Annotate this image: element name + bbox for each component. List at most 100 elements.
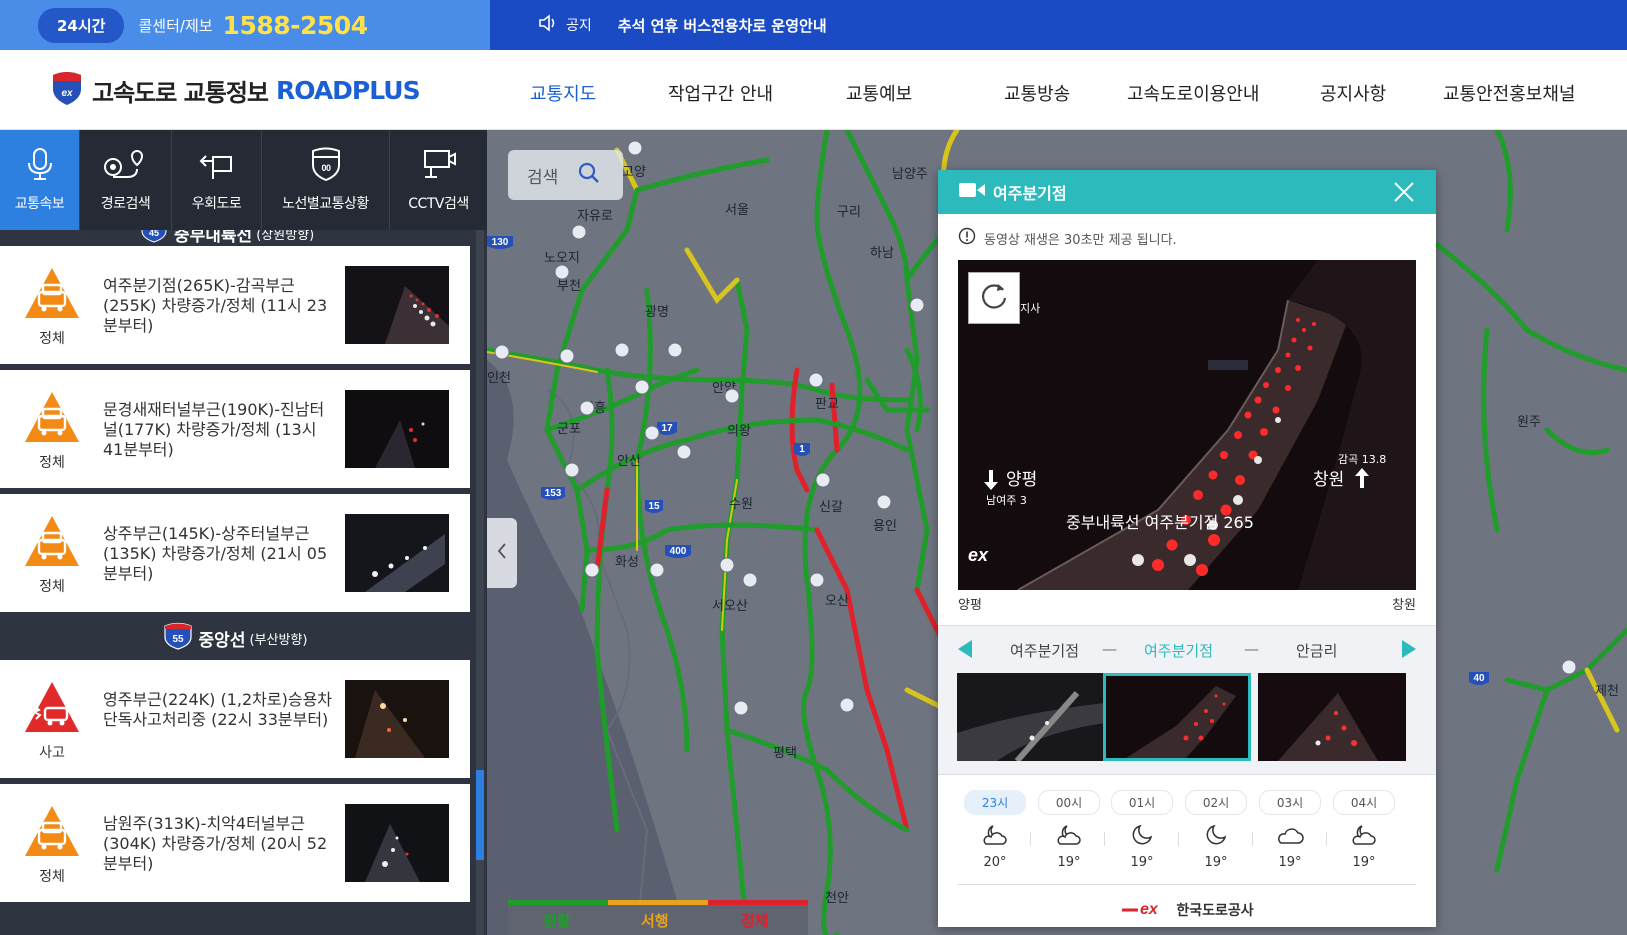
list-item[interactable]: 정체 여주분기점(265K)-감곡부근(255K) 차량증가/정체 (11시 2… [0, 246, 470, 364]
road-number: 400 [670, 546, 687, 557]
place-label: 평택 [773, 746, 797, 761]
incident-text: 문경새재터널부근(190K)-진남터널(177K) 차량증가/정체 (13시 4… [103, 400, 325, 459]
callcenter-phone[interactable]: 1588-2504 [223, 11, 369, 40]
route-icon [103, 147, 149, 193]
cctv-thumbnail[interactable] [345, 514, 449, 592]
congestion-icon: 정체 [18, 266, 86, 348]
place-label: 부천 [557, 279, 581, 294]
ex-shield-icon: ex [50, 70, 84, 110]
video-notice-text: 동영상 재생은 30초만 제공 됩니다. [984, 232, 1177, 248]
current-camera-thumbnail[interactable] [1103, 673, 1251, 761]
ex-logo-icon: ex [1120, 898, 1170, 922]
place-label: 하남 [870, 246, 894, 261]
search-icon[interactable] [578, 162, 600, 188]
road-number: 130 [492, 237, 509, 248]
next-arrow-icon[interactable] [1400, 639, 1418, 663]
incident-status: 정체 [39, 869, 65, 885]
video-camera-icon [959, 182, 985, 202]
place-label: 수원 [729, 497, 753, 512]
place-label: 군포 [557, 422, 581, 437]
tab-route-status[interactable]: 00 노선별교통상황 [262, 130, 390, 230]
list-item[interactable]: 정체 남원주(313K)-치악4터널부근(304K) 차량증가/정체 (20시 … [0, 784, 470, 902]
prev-arrow-icon[interactable] [956, 639, 974, 663]
cctv-thumbnail[interactable] [345, 390, 449, 468]
legend-bar-slow [608, 900, 708, 905]
weather-temp: 19° [1204, 855, 1228, 870]
weather-forecast: 23시 20° 00시 19° 01시 19° 02시 19° 03시 19° … [958, 790, 1416, 885]
shield-number: 00 [321, 163, 331, 173]
weather-hour: 00시 19° [1038, 790, 1100, 870]
popup-header: 여주분기점 [938, 170, 1436, 214]
cctv-popup: 여주분기점 동영상 재생은 30초만 제공 됩니다. 감곡 13.8 창원 양평… [938, 170, 1436, 927]
list-item[interactable]: 정체 문경새재터널부근(190K)-진남터널(177K) 차량증가/정체 (13… [0, 370, 470, 488]
tab-label: 우회도로 [191, 196, 242, 212]
sidebar-tabs: 교통속보 경로검색 우회도로 00 노선별교통상황 CCTV검색 [0, 130, 487, 230]
weather-temp: 19° [1057, 855, 1081, 870]
nav-usage-guide[interactable]: 고속도로이용안내 [1127, 80, 1259, 106]
cctv-thumbnail[interactable] [345, 266, 449, 344]
cctv-thumbnail[interactable] [345, 680, 449, 758]
route-shield-icon: 45 [140, 230, 168, 244]
tab-route-search[interactable]: 경로검색 [80, 130, 172, 230]
video-location-caption: 중부내륙선 여주분기점 265 [1066, 513, 1254, 532]
cctv-video[interactable]: 감곡 13.8 창원 양평 남여주 3 중부내륙선 여주분기점 265 ex 지… [958, 260, 1416, 590]
list-scrollbar-thumb[interactable] [476, 770, 484, 860]
next-camera-label[interactable]: 안금리 [1296, 640, 1337, 661]
tab-label: 교통속보 [14, 196, 65, 212]
top-info-bar: 24시간 콜센터/제보 1588-2504 공지 추석 연휴 버스전용차로 운영… [0, 0, 1627, 50]
cctv-thumbnail[interactable] [345, 804, 449, 882]
tab-cctv-search[interactable]: CCTV검색 [390, 130, 487, 230]
prev-camera-label[interactable]: 여주분기점 [1010, 640, 1079, 661]
weather-time: 01시 [1111, 790, 1173, 815]
direction-caption-left: 양평 [958, 598, 982, 613]
nav-work-zone[interactable]: 작업구간 안내 [668, 80, 773, 106]
congestion-icon: 정체 [18, 804, 86, 886]
cloud-icon [1259, 823, 1321, 851]
tab-traffic-news[interactable]: 교통속보 [0, 130, 80, 230]
search-label: 검색 [527, 167, 559, 188]
place-label: 광명 [645, 305, 669, 320]
incident-list[interactable]: 45 중부내륙선 (상원방향) 정체 여주분기점(265K)-감곡부근(255K… [0, 230, 487, 935]
place-label: 고양 [622, 165, 646, 180]
popup-title: 여주분기점 [993, 184, 1067, 203]
nav-forecast[interactable]: 교통예보 [846, 80, 912, 106]
road-number: 40 [1473, 673, 1485, 684]
list-item[interactable]: 사고 영주부근(224K) (1,2차로)승용차단독사고처리중 (22시 33분… [0, 660, 470, 778]
place-label: 노오지 [544, 251, 580, 266]
close-icon[interactable] [1390, 178, 1418, 206]
info-icon [958, 227, 976, 249]
weather-hour: 02시 19° [1185, 790, 1247, 870]
next-camera-thumbnail[interactable] [1258, 673, 1406, 761]
notice-area[interactable]: 공지 추석 연휴 버스전용차로 운영안내 [490, 0, 1627, 50]
nav-traffic-map[interactable]: 교통지도 [530, 80, 596, 106]
refresh-button[interactable] [968, 272, 1020, 324]
incident-status: 정체 [39, 579, 65, 595]
prev-camera-thumbnail[interactable] [957, 673, 1105, 761]
video-sign: 양평 [1006, 470, 1037, 490]
weather-temp: 19° [1352, 855, 1376, 870]
road-number: 17 [661, 423, 673, 434]
nav-notices[interactable]: 공지사항 [1320, 80, 1386, 106]
weather-time: 00시 [1038, 790, 1100, 815]
weather-time: 04시 [1333, 790, 1395, 815]
place-label: 신갈 [819, 500, 843, 515]
nav-separator: — [1244, 640, 1259, 658]
notice-text[interactable]: 추석 연휴 버스전용차로 운영안내 [618, 15, 827, 36]
route-shield-icon: 55 [163, 622, 193, 654]
video-brand: ex [968, 545, 989, 565]
route-section-header: 45 중부내륙선 (상원방향) [0, 230, 470, 244]
map-search-box[interactable]: 검색 [508, 150, 623, 200]
weather-time: 03시 [1259, 790, 1321, 815]
nav-safety-channel[interactable]: 교통안전홍보채널 [1443, 80, 1575, 106]
place-label: 자유로 [577, 209, 613, 224]
list-item[interactable]: 정체 상주부근(145K)-상주터널부근(135K) 차량증가/정체 (21시 … [0, 494, 470, 612]
site-logo[interactable]: ex 고속도로 교통정보 ROADPLUS [50, 70, 421, 110]
tab-detour[interactable]: 우회도로 [172, 130, 262, 230]
place-label: 서울 [725, 203, 749, 218]
nav-broadcast[interactable]: 교통방송 [1004, 80, 1070, 106]
microphone-icon [26, 147, 54, 193]
panel-collapse-button[interactable] [487, 518, 517, 588]
weather-temp: 20° [983, 855, 1007, 870]
footer-org-name: 한국도로공사 [1176, 903, 1254, 919]
tab-label: CCTV검색 [408, 196, 469, 212]
